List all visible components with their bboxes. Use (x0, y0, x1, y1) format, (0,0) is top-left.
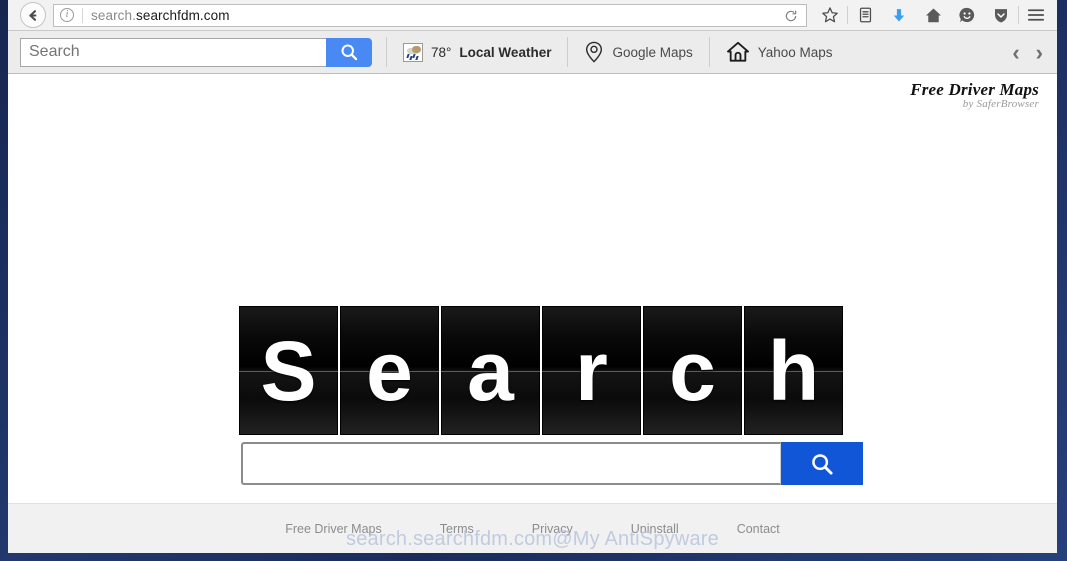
main-search-input[interactable] (241, 442, 781, 485)
logo-tile: h (744, 306, 843, 435)
url-subdomain: search. (91, 7, 136, 23)
main-search-button[interactable] (781, 442, 863, 485)
addon-toolbar: 78° Local Weather Google Maps Yahoo Maps (8, 31, 1057, 74)
yahoo-maps-label: Yahoo Maps (757, 44, 833, 60)
library-icon[interactable] (848, 1, 882, 29)
page-frame: i search.searchfdm.com Search 78° Local … (0, 0, 1067, 561)
weather-label: Local Weather (459, 44, 552, 60)
browser-window: i search.searchfdm.com Search 78° Local … (8, 0, 1057, 553)
logo-letter: S (260, 323, 317, 418)
brand-subtitle: by SaferBrowser (962, 97, 1039, 110)
search-page: Free Driver Maps by SaferBrowser S e a r… (8, 74, 1057, 501)
magnifier-icon (341, 44, 358, 61)
browser-toolbar-icons (813, 1, 1053, 29)
browser-url-bar: i search.searchfdm.com (8, 0, 1057, 31)
url-input-field[interactable]: i search.searchfdm.com (53, 3, 807, 27)
url-domain: searchfdm.com (135, 7, 230, 23)
reload-button[interactable] (780, 7, 802, 25)
toolbar-divider-b (567, 37, 569, 67)
shield-icon[interactable] (984, 1, 1018, 29)
toolbar-link-yahoo-maps[interactable]: Yahoo Maps (724, 41, 835, 63)
toolbar-link-google-maps[interactable]: Google Maps (582, 41, 694, 63)
toolbar-search-button[interactable] (326, 37, 372, 67)
url-text: search.searchfdm.com (91, 8, 230, 23)
logo-letter: a (467, 323, 514, 418)
main-search-group (241, 442, 863, 485)
info-circle-icon[interactable]: i (60, 8, 74, 22)
footer-link-uninstall[interactable]: Uninstall (631, 522, 679, 536)
footer-link-privacy[interactable]: Privacy (532, 522, 573, 536)
downloads-icon[interactable] (882, 1, 916, 29)
logo-letter: h (767, 323, 820, 418)
brand-title: Free Driver Maps (910, 80, 1039, 99)
toolbar-divider-a (386, 37, 387, 67)
toolbar-link-local-weather[interactable]: 78° Local Weather (401, 42, 553, 62)
logo-letter: e (366, 323, 413, 418)
url-separator (82, 7, 83, 23)
logo-letter: r (575, 323, 608, 418)
weather-temperature: 78° (431, 44, 452, 60)
bookmark-star-icon[interactable] (813, 1, 847, 29)
page-footer: Free Driver Maps Terms Privacy Uninstall… (8, 503, 1057, 553)
home-icon[interactable] (916, 1, 950, 29)
magnifier-icon (812, 453, 833, 475)
search-wordmark: S e a r c h (239, 306, 843, 435)
footer-link-free-driver-maps[interactable]: Free Driver Maps (285, 522, 382, 536)
logo-letter: c (669, 323, 716, 418)
smiley-face-icon[interactable] (950, 1, 984, 29)
logo-tile: a (441, 306, 540, 435)
footer-link-contact[interactable]: Contact (737, 522, 780, 536)
home-outline-icon (726, 41, 749, 62)
weather-icon (403, 42, 423, 62)
toolbar-search-input[interactable] (20, 37, 326, 67)
reload-icon (785, 9, 797, 21)
hamburger-menu-icon[interactable] (1019, 1, 1053, 29)
back-arrow-icon (28, 9, 36, 21)
toolbar-next-arrow[interactable]: › (1036, 41, 1043, 64)
toolbar-prev-arrow[interactable]: ‹ (1012, 41, 1019, 64)
logo-tile: S (239, 306, 338, 435)
logo-tile: c (643, 306, 742, 435)
footer-link-terms[interactable]: Terms (440, 522, 474, 536)
toolbar-search-group (20, 37, 372, 67)
google-maps-label: Google Maps (612, 44, 693, 60)
map-pin-icon (586, 41, 603, 63)
toolbar-divider-c (708, 37, 710, 67)
logo-tile: r (542, 306, 641, 435)
back-button[interactable] (20, 2, 46, 28)
logo-tile: e (340, 306, 439, 435)
brand-logo: Free Driver Maps by SaferBrowser (910, 81, 1039, 110)
toolbar-nav-arrows: ‹ › (1012, 31, 1043, 74)
